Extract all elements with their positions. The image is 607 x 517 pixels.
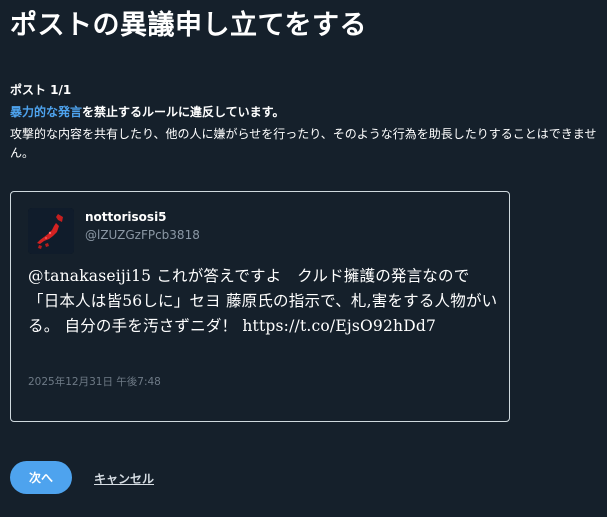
cancel-link[interactable]: キャンセル (94, 471, 154, 487)
post-text: @tanakaseiji15 これが答えですよ クルド擁護の発言なので「日本人は… (28, 267, 498, 335)
user-handle: @lZUZGzFPcb3818 (85, 228, 200, 242)
post-timestamp: 2025年12月31日 午後7:48 (28, 376, 161, 388)
violation-summary: 暴力的な発言を禁止するルールに違反しています。 (10, 104, 284, 120)
violation-description: 攻撃的な内容を共有したり、他の人に嫌がらせを行ったり、そのような行為を助長したり… (10, 127, 597, 160)
rule-link[interactable]: 暴力的な発言 (10, 105, 82, 119)
next-button[interactable]: 次へ (10, 461, 72, 494)
page-title: ポストの異議申し立てをする (10, 10, 367, 41)
post-counter: ポスト 1/1 (10, 83, 72, 97)
display-name: nottorisosi5 (85, 210, 167, 224)
japan-map-avatar-icon (28, 208, 74, 254)
post-card: nottorisosi5 @lZUZGzFPcb3818 @tanakaseij… (10, 191, 510, 422)
violation-suffix: を禁止するルールに違反しています。 (82, 105, 285, 119)
